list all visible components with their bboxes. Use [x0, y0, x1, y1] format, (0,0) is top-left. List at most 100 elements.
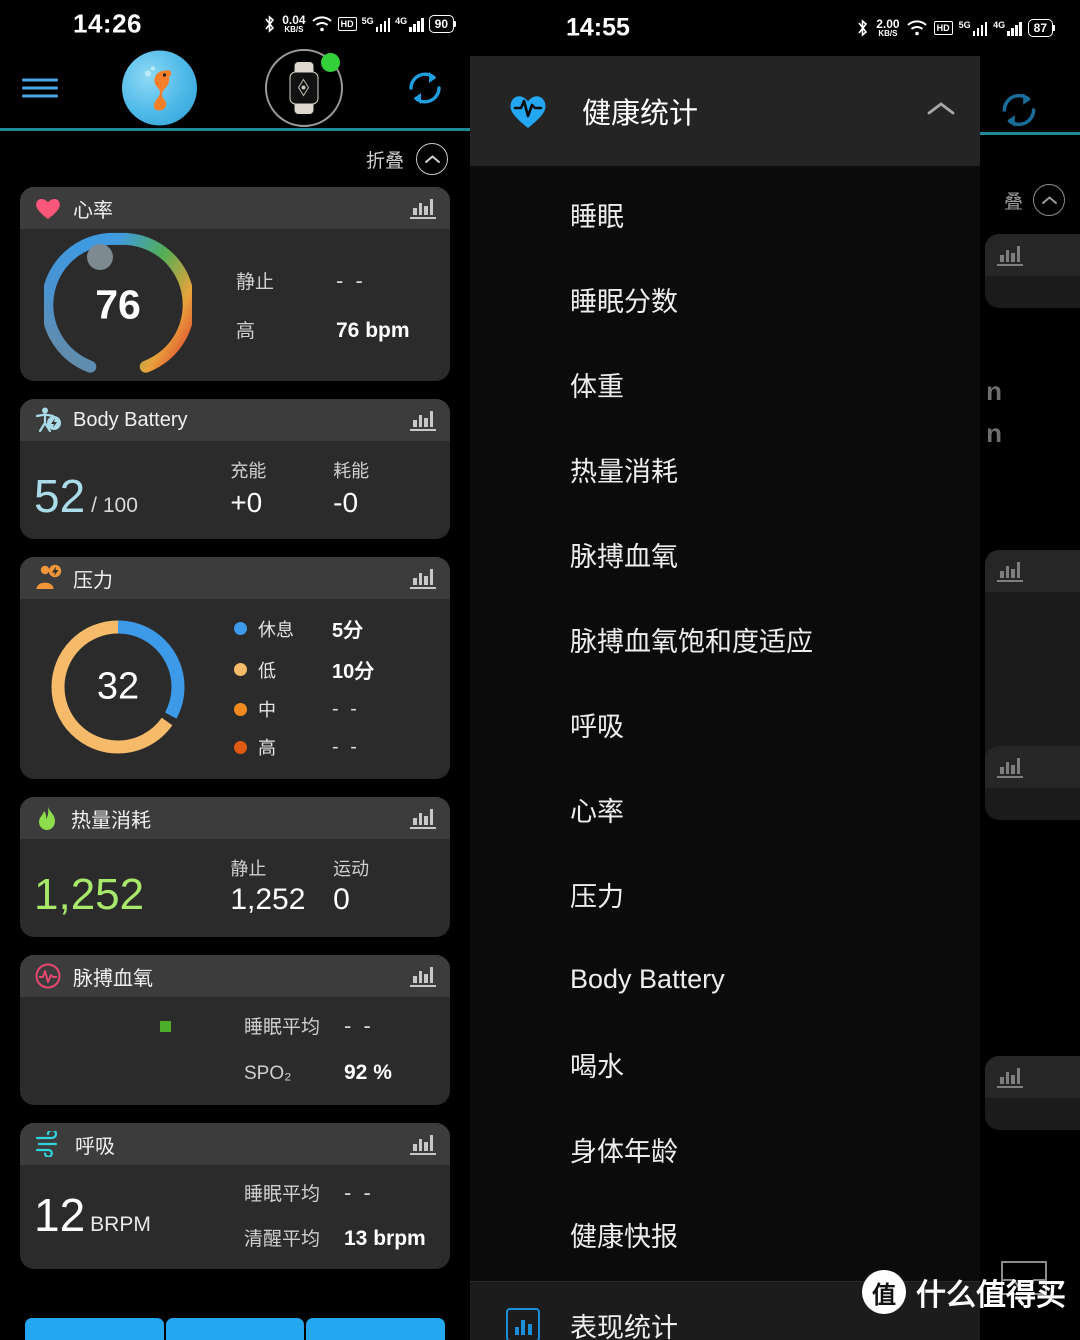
- network-unit: KB/S: [878, 29, 898, 38]
- menu-item-stress[interactable]: 压力: [470, 852, 980, 937]
- card-header: [985, 746, 1080, 788]
- text-fragment: n: [986, 418, 1002, 448]
- card-calories[interactable]: 热量消耗 1,252 静止 1,252 运动 0: [20, 797, 450, 937]
- stat-label: 运动: [333, 859, 370, 879]
- collapse-label-fragment: 叠: [1003, 191, 1023, 213]
- legend-value: - -: [332, 735, 360, 758]
- bar-chart-icon[interactable]: [410, 198, 436, 219]
- collapse-label: 折叠: [365, 150, 404, 172]
- heart-rate-stats: 静止 - - 高 76 bpm: [192, 267, 436, 343]
- menu-item-weight[interactable]: 体重: [470, 342, 980, 427]
- metric-card-list: 心率 76 静止 - - 高 76 bpm Body Battery 52 / …: [0, 187, 470, 1269]
- signal-5g-icon: 5G: [361, 15, 391, 32]
- status-time: 14:26: [73, 8, 142, 39]
- menu-item-list: 睡眠 睡眠分数 体重 热量消耗 脉搏血氧 脉搏血氧饱和度适应 呼吸 心率 压力 …: [470, 166, 980, 1277]
- legend-label: 高: [258, 738, 276, 758]
- hd-voice-icon: HD: [337, 17, 357, 31]
- menu-item-pulse-ox[interactable]: 脉搏血氧: [470, 512, 980, 597]
- tab-2[interactable]: [165, 1318, 305, 1340]
- bar-chart-icon[interactable]: [997, 561, 1023, 582]
- menu-item-sleep-score[interactable]: 睡眠分数: [470, 257, 980, 342]
- stat-value: -0: [333, 487, 359, 518]
- stat-label: 睡眠平均: [244, 1016, 321, 1038]
- background-collapse-control[interactable]: 叠: [1004, 184, 1065, 216]
- left-status-bar: 14:26 0.04 KB/S HD 5G 4G 90: [0, 0, 470, 48]
- stat-label: 清醒平均: [244, 1229, 321, 1250]
- body-battery-icon: [35, 407, 61, 433]
- watermark-badge: 值: [862, 1270, 906, 1314]
- stat-value: 13 brpm: [344, 1227, 426, 1250]
- heart-rate-gauge: 76: [41, 231, 195, 379]
- stat-col: 静止 1,252: [230, 855, 333, 917]
- heart-rate-value: 76: [95, 281, 141, 328]
- card-body-battery[interactable]: Body Battery 52 / 100 充能 +0 耗能 -0: [20, 399, 450, 539]
- bar-chart-icon[interactable]: [997, 245, 1023, 266]
- legend-label: 休息: [258, 619, 294, 640]
- card-title: 热量消耗: [71, 809, 151, 832]
- collapse-control[interactable]: 折叠: [0, 131, 470, 187]
- menu-item-health-snapshot[interactable]: 健康快报: [470, 1192, 980, 1277]
- bar-chart-icon[interactable]: [997, 757, 1023, 778]
- smartwatch-icon[interactable]: [265, 49, 343, 127]
- menu-item-sleep[interactable]: 睡眠: [470, 172, 980, 257]
- card-header: [985, 1056, 1080, 1098]
- bluetooth-icon: [858, 19, 868, 37]
- chevron-up-icon[interactable]: [416, 143, 448, 175]
- menu-item-calories[interactable]: 热量消耗: [470, 427, 980, 512]
- network-speed: 0.04 KB/S: [282, 14, 305, 34]
- menu-item-label: 脉搏血氧饱和度适应: [570, 627, 813, 657]
- stat-col: 充能 +0: [230, 457, 333, 519]
- sync-icon[interactable]: [995, 86, 1043, 134]
- sync-icon[interactable]: [402, 65, 448, 111]
- seahorse-logo[interactable]: [122, 50, 197, 126]
- legend-label: 低: [258, 660, 276, 681]
- battery-level: 90: [428, 15, 454, 33]
- bar-chart-icon[interactable]: [410, 568, 436, 589]
- card-heart-rate[interactable]: 心率 76 静止 - - 高 76 bpm: [20, 187, 450, 381]
- menu-item-respiration[interactable]: 呼吸: [470, 682, 980, 767]
- signal-4g-label: 4G: [993, 19, 1006, 30]
- menu-header[interactable]: 健康统计: [470, 56, 980, 166]
- card-header: Body Battery: [20, 399, 450, 441]
- bar-chart-icon[interactable]: [410, 808, 436, 829]
- signal-4g-icon: 4G: [395, 16, 424, 32]
- bar-chart-icon[interactable]: [997, 1067, 1023, 1088]
- signal-5g-label: 5G: [361, 15, 374, 26]
- card-header: 压力: [20, 557, 450, 599]
- tab-1[interactable]: [25, 1318, 164, 1340]
- card-body: 睡眠平均 - - SPO₂ 92 %: [20, 997, 450, 1105]
- card-pulse-ox[interactable]: 脉搏血氧 睡眠平均 - - SPO₂ 92 %: [20, 955, 450, 1105]
- bar-chart-icon[interactable]: [410, 410, 436, 431]
- legend-row: 中 - -: [234, 696, 436, 722]
- card-title: Body Battery: [73, 408, 188, 431]
- background-card[interactable]: [985, 746, 1080, 820]
- menu-item-label: 喝水: [570, 1052, 624, 1082]
- background-card[interactable]: [985, 1056, 1080, 1130]
- stat-value: 0: [333, 883, 350, 916]
- respiration-unit: BRPM: [90, 1213, 151, 1236]
- chevron-up-icon[interactable]: [926, 100, 956, 123]
- menu-item-hydration[interactable]: 喝水: [470, 1022, 980, 1107]
- menu-item-label: 心率: [570, 797, 624, 827]
- chevron-up-icon[interactable]: [1033, 184, 1065, 216]
- tab-3[interactable]: [306, 1318, 446, 1340]
- battery-icon: 87: [1027, 19, 1055, 37]
- menu-item-fitness-age[interactable]: 身体年龄: [470, 1107, 980, 1192]
- hamburger-icon[interactable]: [22, 78, 58, 98]
- menu-item-heart-rate[interactable]: 心率: [470, 767, 980, 852]
- bar-chart-icon[interactable]: [410, 966, 436, 987]
- menu-item-body-battery[interactable]: Body Battery: [470, 937, 980, 1022]
- card-title: 心率: [73, 199, 113, 222]
- card-stress[interactable]: 压力 32 休息 5分 低 10分 中 - - 高 - -: [20, 557, 450, 779]
- card-respiration[interactable]: 呼吸 12 BRPM 睡眠平均 - - 清醒平均 13 brpm: [20, 1123, 450, 1269]
- bar-chart-icon[interactable]: [410, 1134, 436, 1155]
- legend-value: - -: [332, 697, 360, 720]
- menu-item-label: 健康快报: [570, 1222, 678, 1252]
- menu-item-pulse-ox-acclimation[interactable]: 脉搏血氧饱和度适应: [470, 597, 980, 682]
- card-title: 脉搏血氧: [73, 967, 153, 990]
- card-header: 脉搏血氧: [20, 955, 450, 997]
- card-body: 32 休息 5分 低 10分 中 - - 高 - -: [20, 599, 450, 779]
- background-card[interactable]: [985, 234, 1080, 308]
- heart-pulse-icon: [510, 96, 546, 128]
- menu-item-label: 睡眠: [570, 202, 624, 232]
